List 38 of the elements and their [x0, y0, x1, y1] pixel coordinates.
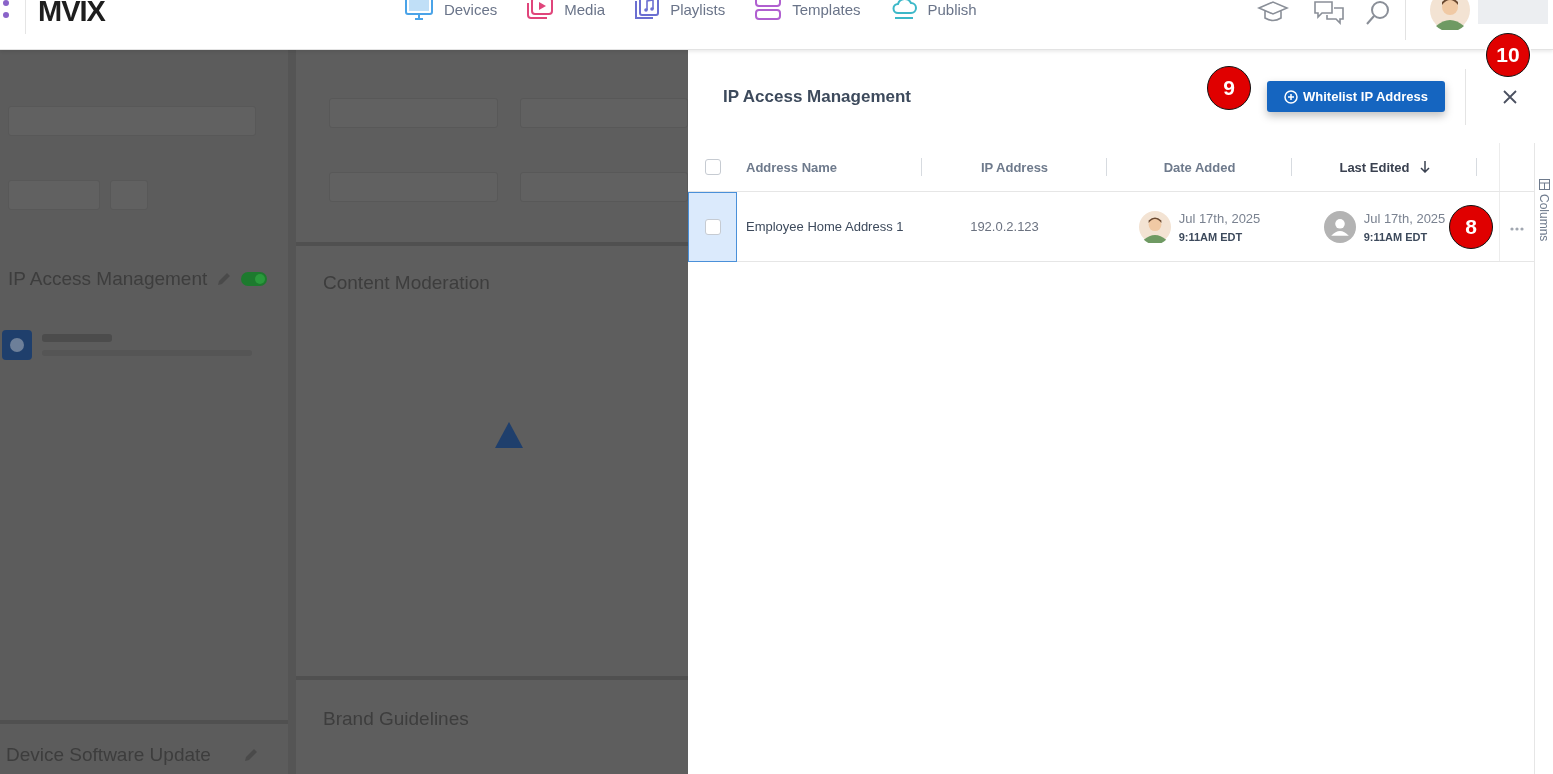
- plus-circle-icon: [1284, 89, 1298, 104]
- ip-address: 192.0.2.123: [970, 219, 1039, 234]
- column-header[interactable]: Last Edited: [1292, 143, 1477, 192]
- shield-icon: [2, 330, 32, 360]
- phone-field[interactable]: [519, 172, 688, 202]
- column-header[interactable]: IP Address: [922, 143, 1107, 192]
- time-text: 9:11AM EDT: [1363, 230, 1429, 243]
- input-field[interactable]: [519, 98, 688, 128]
- chat-icon[interactable]: [1313, 0, 1345, 26]
- panel-title: IP Access Management: [723, 86, 912, 107]
- date-text: Jul 17th, 2025: [1363, 210, 1446, 226]
- address-name: Employee Home Address 1: [746, 219, 904, 234]
- row-checkbox[interactable]: [704, 218, 721, 235]
- columns-icon: [1538, 179, 1550, 190]
- more-options-icon[interactable]: [1509, 227, 1524, 231]
- logo[interactable]: MVIX: [38, 0, 105, 28]
- nav-link[interactable]: Publish: [890, 0, 977, 18]
- avatar-icon: [1323, 210, 1356, 243]
- columns-tab[interactable]: Columns: [1537, 179, 1551, 242]
- avatar-icon: [1430, 0, 1470, 30]
- whitelist-ip-button[interactable]: Whitelist IP Address: [1267, 81, 1445, 112]
- warning-icon: [494, 421, 524, 449]
- select-all-checkbox[interactable]: [704, 159, 721, 176]
- search-icon[interactable]: [1365, 0, 1391, 26]
- date-text: Jul 17th, 2025: [1178, 210, 1261, 226]
- nav-link[interactable]: Templates: [755, 0, 861, 18]
- column-header[interactable]: Address Name: [737, 143, 922, 192]
- sort-arrow-icon[interactable]: [1419, 160, 1430, 173]
- avatar-icon: [1138, 210, 1171, 243]
- nav-link[interactable]: Media: [527, 0, 606, 18]
- nav-link[interactable]: Playlists: [635, 0, 726, 18]
- time-text: 9:11AM EDT: [1178, 230, 1244, 243]
- toggle-switch[interactable]: [241, 272, 268, 286]
- close-icon: [1503, 89, 1517, 104]
- graduation-cap-icon[interactable]: [1257, 0, 1289, 24]
- column-header[interactable]: Date Added: [1107, 143, 1292, 192]
- app-menu-icon[interactable]: [3, 0, 9, 18]
- nav-link[interactable]: Devices: [404, 0, 498, 18]
